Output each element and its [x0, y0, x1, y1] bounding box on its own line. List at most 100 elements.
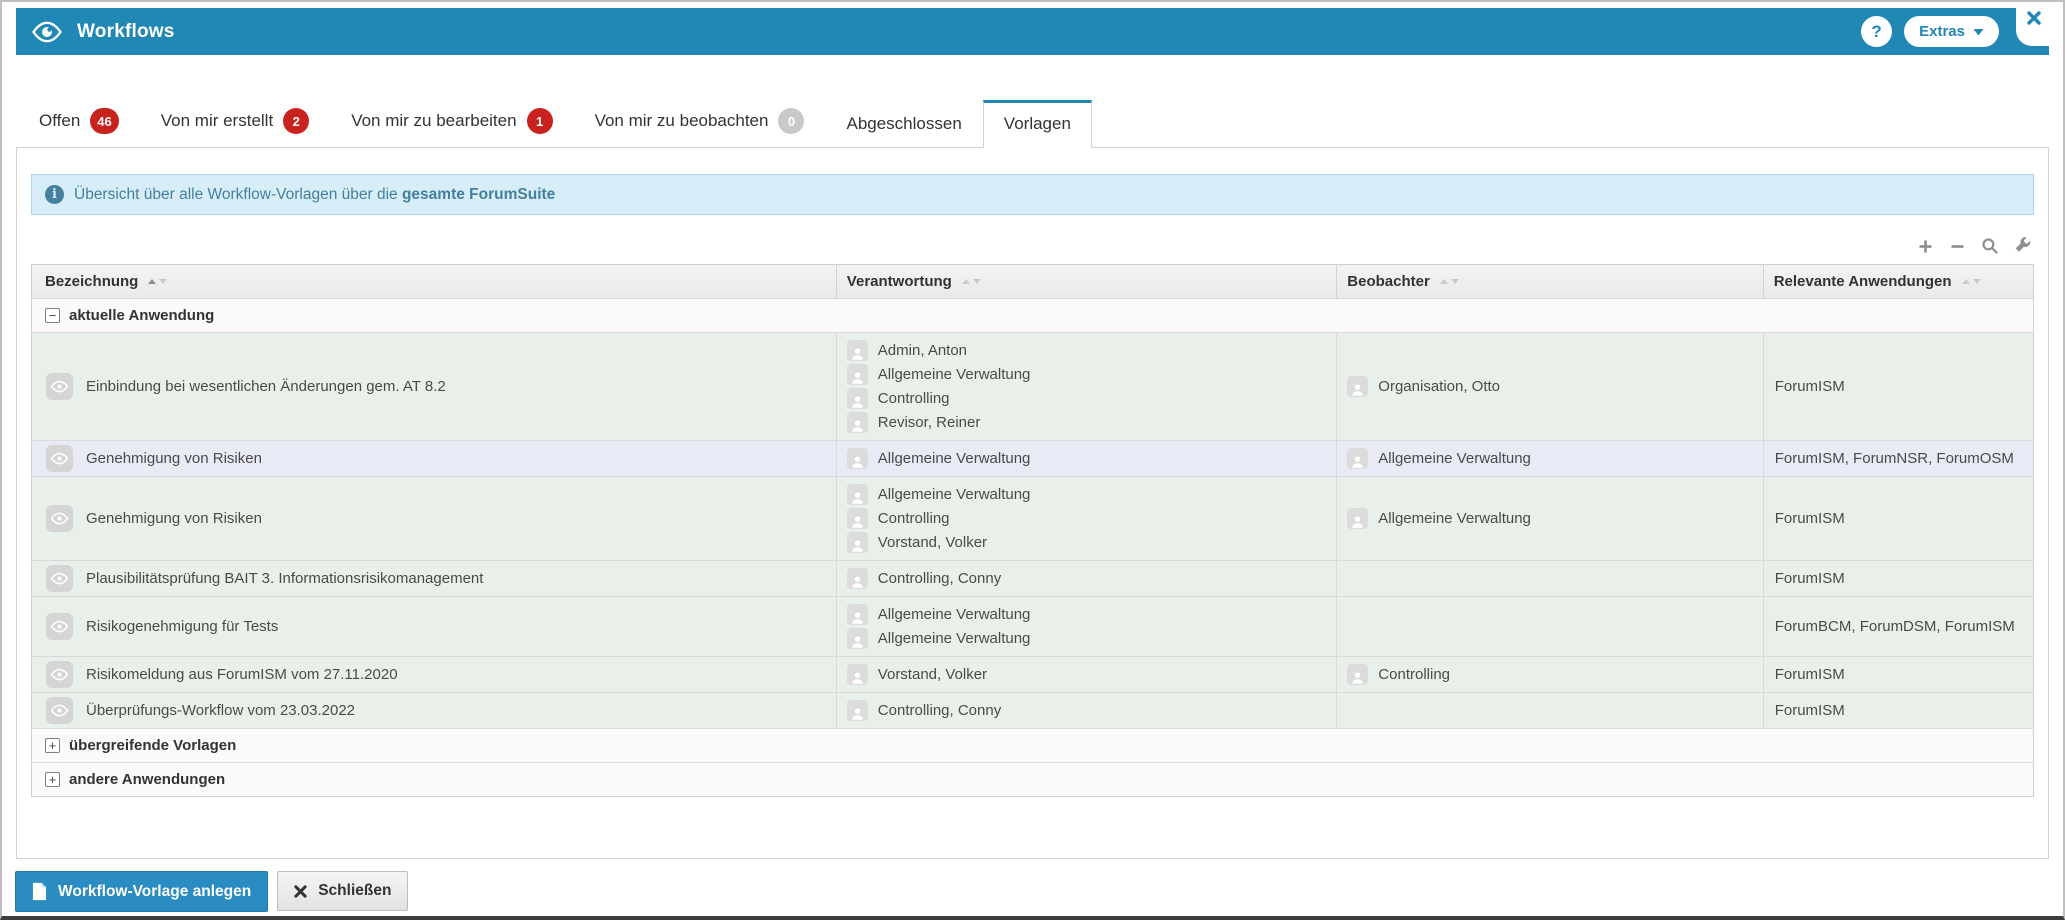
close-dialog-button[interactable]: Schließen	[277, 871, 409, 911]
relevant-apps-cell: ForumISM	[1762, 656, 2034, 693]
person-entry: Vorstand, Volker	[846, 532, 1327, 553]
group-label: übergreifende Vorlagen	[69, 737, 237, 754]
tab-label: Vorlagen	[1003, 114, 1071, 133]
person-icon	[846, 340, 868, 361]
tab-von-mir-zu-beobachten[interactable]: Von mir zu beobachten 0	[574, 95, 826, 147]
workflow-template-icon	[46, 445, 73, 472]
template-name: Risikomeldung aus ForumISM vom 27.11.202…	[86, 666, 398, 683]
titlebar: Workflows ? Extras	[16, 2, 2052, 55]
person-icon	[1347, 508, 1369, 529]
template-name: Risikogenehmigung für Tests	[86, 618, 279, 635]
tab-label: Abgeschlossen	[846, 114, 962, 133]
person-entry: Admin, Anton	[846, 340, 1327, 361]
group-row-aktuelle-anwendung[interactable]: − aktuelle Anwendung	[31, 298, 2034, 333]
person-icon	[846, 412, 868, 433]
column-header-verantwortung[interactable]: Verantwortung	[835, 264, 1337, 299]
tab-label: Von mir zu bearbeiten	[351, 111, 517, 130]
observer-cell: Allgemeine Verwaltung	[1336, 440, 1764, 477]
tab-count-badge: 0	[778, 108, 805, 134]
person-entry: Allgemeine Verwaltung	[846, 364, 1327, 385]
column-header-beobachter[interactable]: Beobachter	[1336, 264, 1764, 299]
person-entry: Revisor, Reiner	[846, 412, 1327, 433]
chevron-down-icon	[1973, 28, 1984, 36]
person-icon	[846, 664, 868, 685]
tab-abgeschlossen[interactable]: Abgeschlossen	[825, 101, 982, 147]
forumsuite-eye-logo-icon	[32, 21, 62, 43]
relevant-apps-cell: ForumISM	[1762, 332, 2034, 441]
template-row[interactable]: Überprüfungs-Workflow vom 23.03.2022 Cont…	[31, 692, 2034, 729]
expand-all-icon[interactable]	[1917, 238, 1934, 255]
workflow-template-icon	[46, 613, 73, 640]
person-entry: Allgemeine Verwaltung	[846, 604, 1327, 625]
create-workflow-template-button[interactable]: Workflow-Vorlage anlegen	[15, 871, 269, 912]
person-entry: Controlling	[846, 508, 1327, 529]
person-icon	[846, 388, 868, 409]
column-header-relevante-anwendungen[interactable]: Relevante Anwendungen	[1762, 264, 2034, 299]
table-header-row: Bezeichnung Verantwortung Beobachter Releva…	[31, 264, 2034, 299]
person-icon	[1347, 664, 1369, 685]
info-icon: i	[45, 185, 64, 204]
person-icon	[1347, 376, 1369, 397]
template-name: Plausibilitätsprüfung BAIT 3. Informatio…	[86, 570, 484, 587]
tab-count-badge: 46	[90, 108, 119, 134]
close-icon	[2027, 10, 2041, 30]
tab-offen[interactable]: Offen 46	[18, 95, 140, 147]
responsible-cell: Admin, Anton Allgemeine Verwaltung Control…	[835, 332, 1337, 441]
collapse-group-icon[interactable]: −	[45, 308, 60, 323]
expand-group-icon[interactable]: +	[45, 738, 60, 753]
workflow-template-icon	[46, 697, 73, 724]
template-row[interactable]: Genehmigung von Risiken Allgemeine Verwal…	[31, 440, 2034, 477]
template-row[interactable]: Einbindung bei wesentlichen Änderungen g…	[31, 332, 2034, 441]
tab-label: Von mir erstellt	[160, 111, 274, 130]
close-button[interactable]	[2016, 2, 2052, 46]
create-button-label: Workflow-Vorlage anlegen	[58, 882, 252, 900]
responsible-cell: Allgemeine Verwaltung Controlling Vorstand…	[835, 476, 1337, 561]
template-row[interactable]: Risikomeldung aus ForumISM vom 27.11.202…	[31, 656, 2034, 693]
x-icon	[294, 884, 307, 898]
person-entry: Allgemeine Verwaltung	[846, 484, 1327, 505]
extras-button[interactable]: Extras	[1904, 16, 1999, 47]
observer-cell: Controlling	[1336, 656, 1764, 693]
person-entry: Allgemeine Verwaltung	[846, 448, 1327, 469]
sort-arrows-icon	[1961, 279, 1981, 284]
person-entry: Allgemeine Verwaltung	[1347, 448, 1752, 469]
group-row-uebergreifende-vorlagen[interactable]: + übergreifende Vorlagen	[31, 728, 2034, 763]
person-entry: Allgemeine Verwaltung	[846, 628, 1327, 649]
template-row[interactable]: Genehmigung von Risiken Allgemeine Verwal…	[31, 476, 2034, 561]
templates-table: Bezeichnung Verantwortung Beobachter Releva…	[31, 264, 2034, 797]
expand-group-icon[interactable]: +	[45, 772, 60, 787]
search-icon[interactable]	[1981, 237, 1999, 255]
group-row-andere-anwendungen[interactable]: + andere Anwendungen	[31, 762, 2034, 797]
workflow-template-icon	[46, 661, 73, 688]
template-name: Einbindung bei wesentlichen Änderungen g…	[86, 378, 446, 395]
template-row[interactable]: Plausibilitätsprüfung BAIT 3. Informatio…	[31, 560, 2034, 597]
relevant-apps-cell: ForumISM, ForumNSR, ForumOSM	[1762, 440, 2034, 477]
template-row[interactable]: Risikogenehmigung für Tests Allgemeine Ve…	[31, 596, 2034, 657]
column-header-bezeichnung[interactable]: Bezeichnung	[31, 264, 837, 299]
info-banner: i Übersicht über alle Workflow-Vorlagen …	[31, 174, 2034, 215]
workflow-template-icon	[46, 565, 73, 592]
tab-vorlagen[interactable]: Vorlagen	[982, 100, 1092, 148]
tab-count-badge: 2	[283, 108, 310, 134]
person-entry: Controlling, Conny	[846, 568, 1327, 589]
collapse-all-icon[interactable]	[1949, 238, 1966, 255]
person-icon	[846, 568, 868, 589]
observer-cell	[1336, 692, 1764, 729]
person-icon	[846, 532, 868, 553]
person-icon	[846, 448, 868, 469]
responsible-cell: Controlling, Conny	[835, 692, 1337, 729]
tab-content-panel: i Übersicht über alle Workflow-Vorlagen …	[16, 147, 2049, 859]
tab-von-mir-erstellt[interactable]: Von mir erstellt 2	[140, 95, 330, 147]
settings-icon[interactable]	[2014, 237, 2032, 255]
tab-count-badge: 1	[526, 108, 553, 134]
person-entry: Controlling	[846, 388, 1327, 409]
tab-label: Von mir zu beobachten	[594, 111, 769, 130]
close-button-label: Schließen	[318, 882, 392, 899]
tab-von-mir-zu-bearbeiten[interactable]: Von mir zu bearbeiten 1	[330, 95, 573, 147]
workflow-template-icon	[46, 505, 73, 532]
relevant-apps-cell: ForumISM	[1762, 692, 2034, 729]
relevant-apps-cell: ForumBCM, ForumDSM, ForumISM	[1762, 596, 2034, 657]
observer-cell: Allgemeine Verwaltung	[1336, 476, 1764, 561]
person-entry: Organisation, Otto	[1347, 376, 1752, 397]
help-button[interactable]: ?	[1861, 16, 1893, 47]
